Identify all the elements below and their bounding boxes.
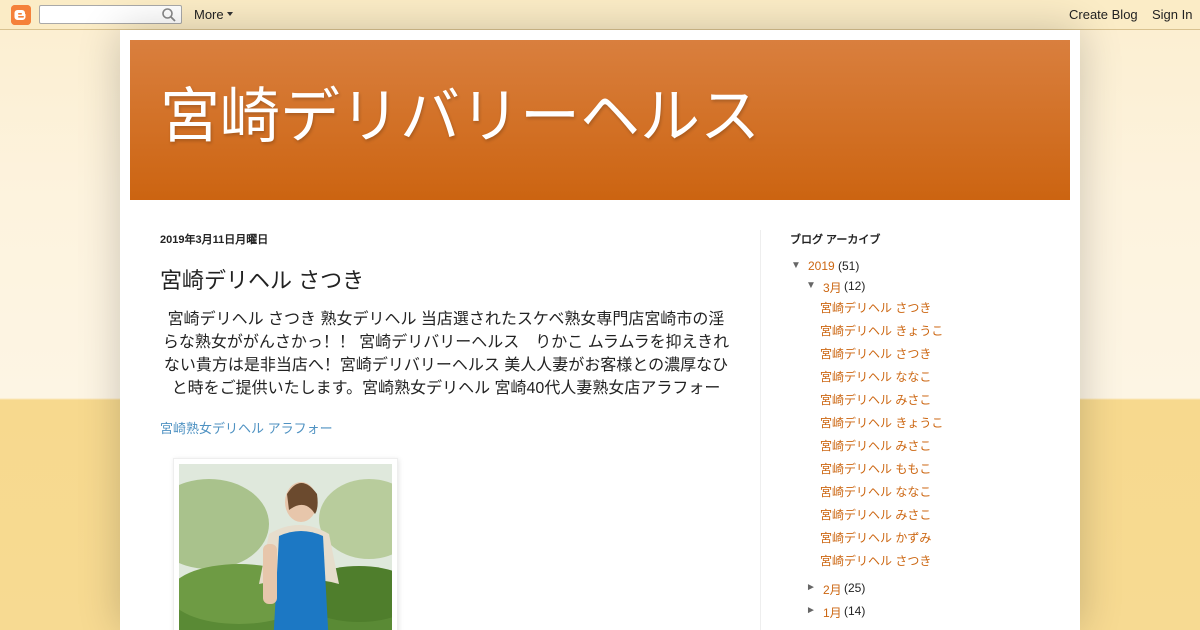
archive-year-link[interactable]: 2019	[808, 259, 835, 273]
chevron-down-icon	[227, 12, 233, 16]
archive-post-link[interactable]: 宮崎デリヘル みさこ	[820, 506, 931, 523]
blog-title[interactable]: 宮崎デリバリーヘルス	[160, 68, 760, 155]
post-body-line: 宮崎デリヘル さつき 熟女デリヘル 当店選されたスケベ熟女専門店宮崎市の淫	[167, 311, 725, 328]
archive-post-link[interactable]: 宮崎デリヘル ななこ	[820, 483, 931, 500]
archive-month-link[interactable]: 2月	[823, 581, 842, 598]
archive-post-link[interactable]: 宮崎デリヘル きょうこ	[820, 322, 943, 339]
archive-month-link[interactable]: 3月	[823, 279, 842, 296]
post-title[interactable]: 宮崎デリヘル さつき	[160, 263, 364, 295]
content-outer: 宮崎デリバリーヘルス 2019年3月11日月曜日 宮崎デリヘル さつき 宮崎デリ…	[120, 30, 1080, 630]
blogger-logo-icon[interactable]	[11, 5, 31, 25]
create-blog-link[interactable]: Create Blog	[1069, 7, 1138, 22]
archive-month-count: (12)	[844, 279, 866, 293]
archive-post-link[interactable]: 宮崎デリヘル さつき	[820, 552, 931, 569]
archive-post-link[interactable]: 宮崎デリヘル かずみ	[820, 529, 931, 546]
archive-title: ブログ アーカイブ	[790, 234, 881, 246]
month-toggle-icon[interactable]: ►	[806, 605, 816, 616]
archive-post-link[interactable]: 宮崎デリヘル みさこ	[820, 437, 931, 454]
blog-header: 宮崎デリバリーヘルス	[130, 40, 1070, 200]
post-body-line: らな熟女ががんさかっ！！ 宮崎デリバリーヘルス りかこ ムラムラを抑えきれ	[162, 334, 730, 351]
archive-post-link[interactable]: 宮崎デリヘル ななこ	[820, 368, 931, 385]
sign-in-link[interactable]: Sign In	[1152, 7, 1192, 22]
post-date: 2019年3月11日月曜日	[160, 234, 269, 246]
archive-month-count: (14)	[844, 604, 866, 618]
archive-post-link[interactable]: 宮崎デリヘル みさこ	[820, 391, 931, 408]
archive-month-count: (25)	[844, 581, 866, 595]
month-toggle-icon[interactable]: ▼	[806, 280, 816, 291]
post-link[interactable]: 宮崎熟女デリヘル アラフォー	[160, 418, 333, 437]
archive-post-link[interactable]: 宮崎デリヘル さつき	[820, 299, 931, 316]
post-body-line: ない貴方は是非当店へ！宮崎デリバリーヘルス 美人人妻がお客様との濃厚なひ	[163, 357, 729, 374]
more-menu-button[interactable]: More	[194, 7, 224, 22]
archive-post-link[interactable]: 宮崎デリヘル さつき	[820, 345, 931, 362]
year-toggle-icon[interactable]: ▼	[791, 260, 801, 271]
archive-month-link[interactable]: 1月	[823, 604, 842, 621]
post-image-frame[interactable]	[173, 458, 398, 630]
blogger-navbar: More Create Blog Sign In	[0, 0, 1200, 30]
post-photo[interactable]	[179, 464, 392, 630]
column-divider	[760, 230, 761, 630]
post-body-line: と時をご提供いたします。宮崎熟女デリヘル 宮崎40代人妻熟女店アラフォー	[171, 380, 721, 397]
archive-post-link[interactable]: 宮崎デリヘル きょうこ	[820, 414, 943, 431]
search-icon[interactable]	[161, 7, 177, 23]
archive-post-link[interactable]: 宮崎デリヘル ももこ	[820, 460, 931, 477]
post-body: 宮崎デリヘル さつき 熟女デリヘル 当店選されたスケベ熟女専門店宮崎市の淫 らな…	[160, 308, 732, 400]
month-toggle-icon[interactable]: ►	[806, 582, 816, 593]
archive-year-count: (51)	[838, 259, 860, 273]
